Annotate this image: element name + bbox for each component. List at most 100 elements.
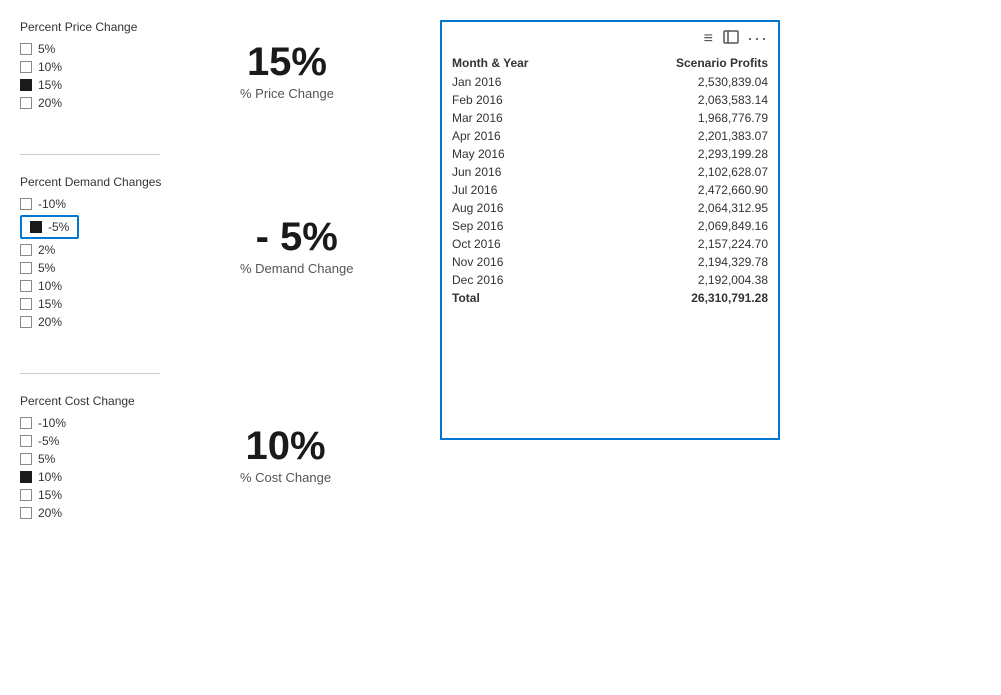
profits-data-table: Month & Year Scenario Profits Jan 20162,…	[442, 53, 778, 307]
price-change-title: Percent Price Change	[20, 20, 180, 34]
scenario-profits-table: ≡ ··· Month & Year Scenario Profits	[440, 20, 780, 440]
price-option[interactable]: 15%	[20, 78, 180, 92]
demand-value: - 5%	[256, 215, 338, 259]
cost-option[interactable]: -5%	[20, 434, 180, 448]
month-cell: Sep 2016	[442, 217, 597, 235]
checkbox	[20, 61, 32, 73]
profit-cell: 2,192,004.38	[597, 271, 778, 289]
checkbox-label: 15%	[38, 78, 62, 92]
checkbox	[20, 79, 32, 91]
profit-cell: 2,102,628.07	[597, 163, 778, 181]
month-cell: Apr 2016	[442, 127, 597, 145]
checkbox	[20, 471, 32, 483]
profit-cell: 2,201,383.07	[597, 127, 778, 145]
demand-option[interactable]: 20%	[20, 315, 180, 329]
table-row: Jun 20162,102,628.07	[442, 163, 778, 181]
profit-cell: 2,194,329.78	[597, 253, 778, 271]
table-row: Nov 20162,194,329.78	[442, 253, 778, 271]
demand-option[interactable]: -5%	[20, 215, 79, 239]
checkbox	[20, 417, 32, 429]
col-month-header: Month & Year	[442, 53, 597, 73]
table-row: Jan 20162,530,839.04	[442, 73, 778, 91]
cost-option[interactable]: 5%	[20, 452, 180, 466]
table-row: Oct 20162,157,224.70	[442, 235, 778, 253]
drag-icon[interactable]: ≡	[704, 30, 715, 48]
checkbox-label: 10%	[38, 60, 62, 74]
total-row: Total26,310,791.28	[442, 289, 778, 307]
profit-cell: 1,968,776.79	[597, 109, 778, 127]
month-cell: May 2016	[442, 145, 597, 163]
profit-cell: 2,472,660.90	[597, 181, 778, 199]
checkbox-label: 5%	[38, 452, 55, 466]
checkbox-label: 5%	[38, 261, 55, 275]
total-value: 26,310,791.28	[597, 289, 778, 307]
checkbox	[20, 453, 32, 465]
more-icon[interactable]: ···	[747, 28, 768, 49]
total-label: Total	[442, 289, 597, 307]
month-cell: Dec 2016	[442, 271, 597, 289]
checkbox-label: 20%	[38, 506, 62, 520]
table-row: Feb 20162,063,583.14	[442, 91, 778, 109]
table-row: Apr 20162,201,383.07	[442, 127, 778, 145]
month-cell: Nov 2016	[442, 253, 597, 271]
table-row: Jul 20162,472,660.90	[442, 181, 778, 199]
checkbox	[20, 198, 32, 210]
checkbox	[20, 43, 32, 55]
price-option[interactable]: 20%	[20, 96, 180, 110]
checkbox	[20, 507, 32, 519]
price-value: 15%	[247, 40, 327, 84]
profit-cell: 2,069,849.16	[597, 217, 778, 235]
cost-option[interactable]: 15%	[20, 488, 180, 502]
month-cell: Jul 2016	[442, 181, 597, 199]
table-row: May 20162,293,199.28	[442, 145, 778, 163]
checkbox	[20, 435, 32, 447]
demand-option[interactable]: 2%	[20, 243, 180, 257]
table-row: Sep 20162,069,849.16	[442, 217, 778, 235]
month-cell: Jun 2016	[442, 163, 597, 181]
checkbox-label: 5%	[38, 42, 55, 56]
demand-option[interactable]: -10%	[20, 197, 180, 211]
table-row: Mar 20161,968,776.79	[442, 109, 778, 127]
profit-cell: 2,157,224.70	[597, 235, 778, 253]
checkbox-label: 2%	[38, 243, 55, 257]
profit-cell: 2,064,312.95	[597, 199, 778, 217]
profit-cell: 2,063,583.14	[597, 91, 778, 109]
checkbox-label: 10%	[38, 470, 62, 484]
checkbox	[20, 280, 32, 292]
table-row: Dec 20162,192,004.38	[442, 271, 778, 289]
cost-option[interactable]: -10%	[20, 416, 180, 430]
expand-icon[interactable]	[723, 30, 739, 47]
price-value-label: % Price Change	[240, 86, 334, 101]
checkbox	[20, 298, 32, 310]
checkbox-label: -10%	[38, 197, 66, 211]
demand-option[interactable]: 10%	[20, 279, 180, 293]
checkbox	[20, 244, 32, 256]
checkbox-label: -5%	[48, 220, 69, 234]
demand-change-title: Percent Demand Changes	[20, 175, 180, 189]
checkbox	[20, 316, 32, 328]
price-option[interactable]: 10%	[20, 60, 180, 74]
cost-option[interactable]: 20%	[20, 506, 180, 520]
month-cell: Oct 2016	[442, 235, 597, 253]
month-cell: Jan 2016	[442, 73, 597, 91]
price-option[interactable]: 5%	[20, 42, 180, 56]
profit-cell: 2,530,839.04	[597, 73, 778, 91]
checkbox-label: 20%	[38, 96, 62, 110]
checkbox	[20, 489, 32, 501]
checkbox	[20, 262, 32, 274]
demand-value-label: % Demand Change	[240, 261, 353, 276]
checkbox	[30, 221, 42, 233]
table-row: Aug 20162,064,312.95	[442, 199, 778, 217]
checkbox-label: 20%	[38, 315, 62, 329]
checkbox-label: 10%	[38, 279, 62, 293]
cost-value-label: % Cost Change	[240, 470, 331, 485]
demand-option[interactable]: 5%	[20, 261, 180, 275]
cost-option[interactable]: 10%	[20, 470, 180, 484]
cost-value: 10%	[246, 424, 326, 468]
cost-change-title: Percent Cost Change	[20, 394, 180, 408]
checkbox-label: -10%	[38, 416, 66, 430]
month-cell: Aug 2016	[442, 199, 597, 217]
col-profit-header: Scenario Profits	[597, 53, 778, 73]
demand-option[interactable]: 15%	[20, 297, 180, 311]
month-cell: Feb 2016	[442, 91, 597, 109]
